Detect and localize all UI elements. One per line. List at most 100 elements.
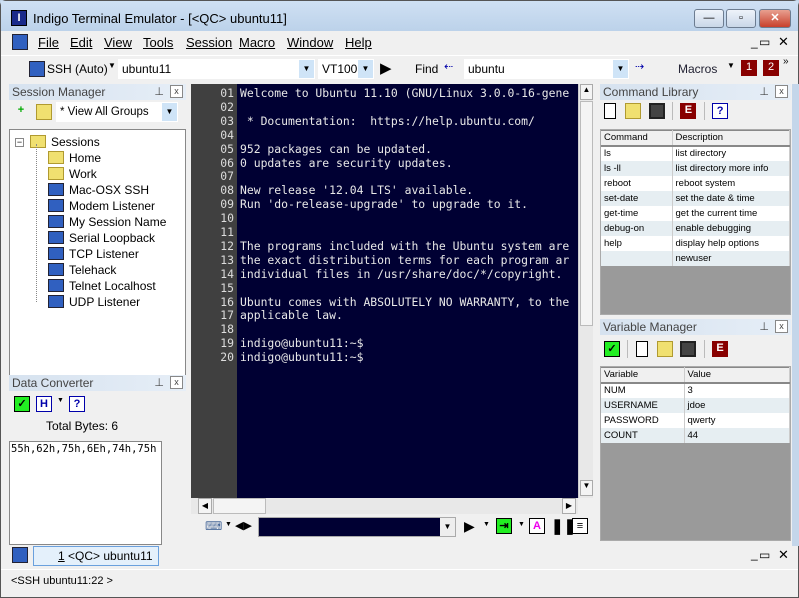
menu-help[interactable]: Help <box>345 35 372 50</box>
mdi-close-icon[interactable]: ✕ <box>778 34 789 50</box>
table-row[interactable]: USERNAME jdoe <box>601 397 790 413</box>
properties-icon[interactable]: ≡ <box>572 518 588 534</box>
emulation-select[interactable]: VT100 ▼ <box>318 59 374 79</box>
session-item[interactable]: Mac-OSX SSH <box>48 182 149 198</box>
macros-label[interactable]: Macros <box>678 62 717 76</box>
group-filter-select[interactable]: * View All Groups ▼ <box>56 102 178 122</box>
help-icon[interactable]: ? <box>712 103 729 119</box>
pin-icon[interactable]: ⊥ <box>154 375 164 391</box>
save-icon[interactable] <box>648 103 665 119</box>
pin-icon[interactable]: ⊥ <box>759 84 769 100</box>
session-item[interactable]: My Session Name <box>48 214 166 230</box>
help-icon[interactable]: ? <box>69 396 85 412</box>
macro-2-button[interactable]: 2 <box>763 60 779 76</box>
emulation-dropdown-icon[interactable]: ▼ <box>358 60 373 78</box>
terminal-screen[interactable]: 01 Welcome to Ubuntu 11.10 (GNU/Linux 3.0… <box>191 84 579 498</box>
session-item[interactable]: Work <box>48 166 97 182</box>
table-row[interactable]: ls -ll list directory more info <box>601 160 790 176</box>
menu-session[interactable]: Session <box>186 35 232 50</box>
table-row[interactable]: help display help options <box>601 235 790 251</box>
new-session-icon[interactable]: + <box>13 103 29 119</box>
mdi-minimize-icon[interactable]: _ <box>751 547 758 561</box>
menu-view[interactable]: View <box>104 35 132 50</box>
send-play-icon[interactable]: ▶ <box>464 518 475 535</box>
column-header[interactable]: Command <box>601 130 673 147</box>
table-row[interactable]: NUM 3 <box>601 382 790 398</box>
vertical-scrollbar[interactable]: ▲ ▼ <box>578 84 593 498</box>
send-dropdown-icon[interactable]: ▼ <box>483 521 490 528</box>
session-item[interactable]: Telnet Localhost <box>48 278 156 294</box>
tree-root-sessions[interactable]: Sessions <box>30 134 100 150</box>
host-input[interactable]: ubuntu11 ▼ <box>118 59 315 79</box>
protocol-dropdown-icon[interactable]: ▼ <box>108 61 116 70</box>
column-header[interactable]: Value <box>684 367 790 384</box>
close-panel-icon[interactable]: x <box>775 320 788 333</box>
table-row[interactable]: newuser <box>601 250 790 266</box>
maximize-button[interactable]: ▫ <box>726 9 756 28</box>
table-row[interactable]: debug-on enable debugging <box>601 220 790 236</box>
menu-macro[interactable]: Macro <box>239 35 275 50</box>
collapse-icon[interactable]: − <box>15 138 24 147</box>
session-item[interactable]: Serial Loopback <box>48 230 155 246</box>
host-dropdown-icon[interactable]: ▼ <box>299 60 314 78</box>
mdi-minimize-icon[interactable]: _ <box>751 35 758 49</box>
find-dropdown-icon[interactable]: ▼ <box>613 60 628 78</box>
group-filter-dropdown-icon[interactable]: ▼ <box>162 103 177 121</box>
capture-icon[interactable]: ⇥ <box>496 518 512 534</box>
vertical-scroll-thumb[interactable] <box>580 101 593 326</box>
open-folder-icon[interactable] <box>657 341 674 357</box>
connect-play-icon[interactable]: ▶ <box>380 59 392 77</box>
scroll-right-icon[interactable]: ▶ <box>562 498 576 514</box>
session-item[interactable]: Modem Listener <box>48 198 155 214</box>
menu-tools[interactable]: Tools <box>143 35 173 50</box>
save-icon[interactable] <box>680 341 697 357</box>
new-file-icon[interactable] <box>604 103 616 119</box>
capture-dropdown-icon[interactable]: ▼ <box>518 521 525 528</box>
new-folder-icon[interactable] <box>36 104 52 120</box>
check-icon[interactable]: ✓ <box>14 396 30 412</box>
command-dropdown-icon[interactable]: ▼ <box>440 518 455 536</box>
new-file-icon[interactable] <box>635 341 648 357</box>
session-item[interactable]: TCP Listener <box>48 246 139 262</box>
mdi-close-icon[interactable]: ✕ <box>778 547 789 563</box>
menu-edit[interactable]: Edit <box>70 35 92 50</box>
table-row[interactable]: COUNT 44 <box>601 427 790 443</box>
close-button[interactable]: ✕ <box>759 9 791 28</box>
find-previous-icon[interactable]: ⇠ <box>444 60 453 73</box>
session-item[interactable]: Telehack <box>48 262 116 278</box>
converter-output[interactable]: 55h,62h,75h,6Eh,74h,75h <box>9 441 162 545</box>
keyboard-icon[interactable]: ⌨ <box>205 519 222 533</box>
mdi-restore-icon[interactable]: ▭ <box>759 35 770 49</box>
pin-icon[interactable]: ⊥ <box>759 319 769 335</box>
session-item[interactable]: UDP Listener <box>48 294 140 310</box>
hex-mode-button[interactable]: H <box>36 396 52 412</box>
split-icon[interactable]: ◀▶ <box>235 519 252 532</box>
macro-1-button[interactable]: 1 <box>741 60 757 76</box>
close-panel-icon[interactable]: x <box>775 85 788 98</box>
protocol-select[interactable]: SSH (Auto) <box>47 62 108 76</box>
pin-icon[interactable]: ⊥ <box>154 84 164 100</box>
table-row[interactable]: set-date set the date & time <box>601 190 790 206</box>
scroll-left-icon[interactable]: ◀ <box>198 498 212 514</box>
scroll-down-icon[interactable]: ▼ <box>580 480 593 496</box>
mdi-restore-icon[interactable]: ▭ <box>759 548 770 562</box>
find-next-icon[interactable]: ⇢ <box>635 60 644 73</box>
horizontal-scrollbar[interactable]: ◀ ▶ <box>191 498 578 514</box>
table-row[interactable]: PASSWORD qwerty <box>601 412 790 428</box>
find-input[interactable]: ubuntu ▼ <box>464 59 629 79</box>
menu-window[interactable]: Window <box>287 35 333 50</box>
toolbar-overflow-icon[interactable]: » <box>783 56 789 67</box>
close-panel-icon[interactable]: x <box>170 376 183 389</box>
table-row[interactable]: ls list directory <box>601 145 790 161</box>
column-header[interactable]: Variable <box>601 367 685 384</box>
open-folder-icon[interactable] <box>625 103 642 119</box>
minimize-button[interactable]: — <box>694 9 724 28</box>
close-panel-icon[interactable]: x <box>170 85 183 98</box>
macros-dropdown-icon[interactable]: ▼ <box>727 61 735 70</box>
scroll-up-icon[interactable]: ▲ <box>580 84 593 100</box>
mode-dropdown-icon[interactable]: ▼ <box>57 397 64 404</box>
check-icon[interactable]: ✓ <box>604 341 620 357</box>
horizontal-scroll-thumb[interactable] <box>213 498 266 514</box>
table-row[interactable]: get-time get the current time <box>601 205 790 221</box>
menu-file[interactable]: File <box>38 35 59 50</box>
